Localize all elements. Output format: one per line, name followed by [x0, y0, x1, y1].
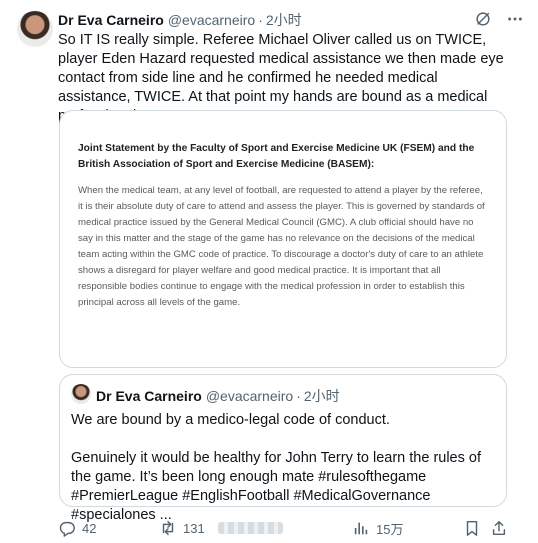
tweet-header: Dr Eva Carneiro @evacarneiro · 2小时	[58, 11, 468, 29]
bookmark-icon	[466, 520, 478, 536]
statement-title: Joint Statement by the Faculty of Sport …	[78, 143, 475, 170]
separator-dot: ·	[258, 12, 263, 28]
views-button[interactable]: 15万	[352, 516, 403, 540]
retweet-icon	[162, 520, 174, 536]
quoted-separator-dot: ·	[296, 388, 301, 404]
quoted-author-name: Dr Eva Carneiro	[96, 388, 202, 404]
retweet-button[interactable]: 131	[159, 516, 205, 540]
quoted-avatar	[71, 384, 91, 404]
quoted-timestamp: 2小时	[303, 388, 340, 404]
quoted-text: We are bound by a medico-legal code of c…	[71, 411, 491, 525]
quoted-header: Dr Eva Carneiro @evacarneiro · 2小时	[96, 386, 340, 406]
author-handle[interactable]: @evacarneiro	[168, 12, 255, 28]
reply-icon	[59, 521, 75, 537]
views-count: 15万	[376, 521, 404, 537]
timestamp[interactable]: 2小时	[266, 10, 302, 30]
bookmark-button[interactable]	[463, 516, 481, 540]
tweet: Dr Eva Carneiro @evacarneiro · 2小时 So IT…	[0, 0, 538, 543]
header-icons	[474, 10, 524, 28]
like-button[interactable]	[218, 516, 283, 540]
avatar[interactable]	[17, 11, 53, 47]
quoted-line-2: Genuinely it would be healthy for John T…	[71, 450, 481, 523]
more-options-icon[interactable]	[506, 10, 524, 28]
views-icon	[354, 522, 368, 535]
quoted-author-handle: @evacarneiro	[205, 388, 294, 404]
reply-button[interactable]: 42	[58, 516, 96, 540]
retweet-count: 131	[183, 520, 205, 536]
action-bar: 42 131 15万	[58, 516, 508, 540]
share-button[interactable]	[490, 516, 508, 540]
share-icon	[492, 520, 506, 536]
reply-count: 42	[82, 520, 97, 536]
quoted-line-1: We are bound by a medico-legal code of c…	[71, 412, 390, 428]
author-name[interactable]: Dr Eva Carneiro	[58, 12, 164, 28]
quoted-tweet[interactable]: Dr Eva Carneiro @evacarneiro · 2小时 We ar…	[59, 374, 507, 523]
like-count-blurred	[218, 522, 283, 534]
statement-image[interactable]: Joint Statement by the Faculty of Sport …	[59, 110, 507, 368]
grok-icon[interactable]	[474, 10, 492, 28]
statement-body: When the medical team, at any level of f…	[78, 185, 485, 308]
